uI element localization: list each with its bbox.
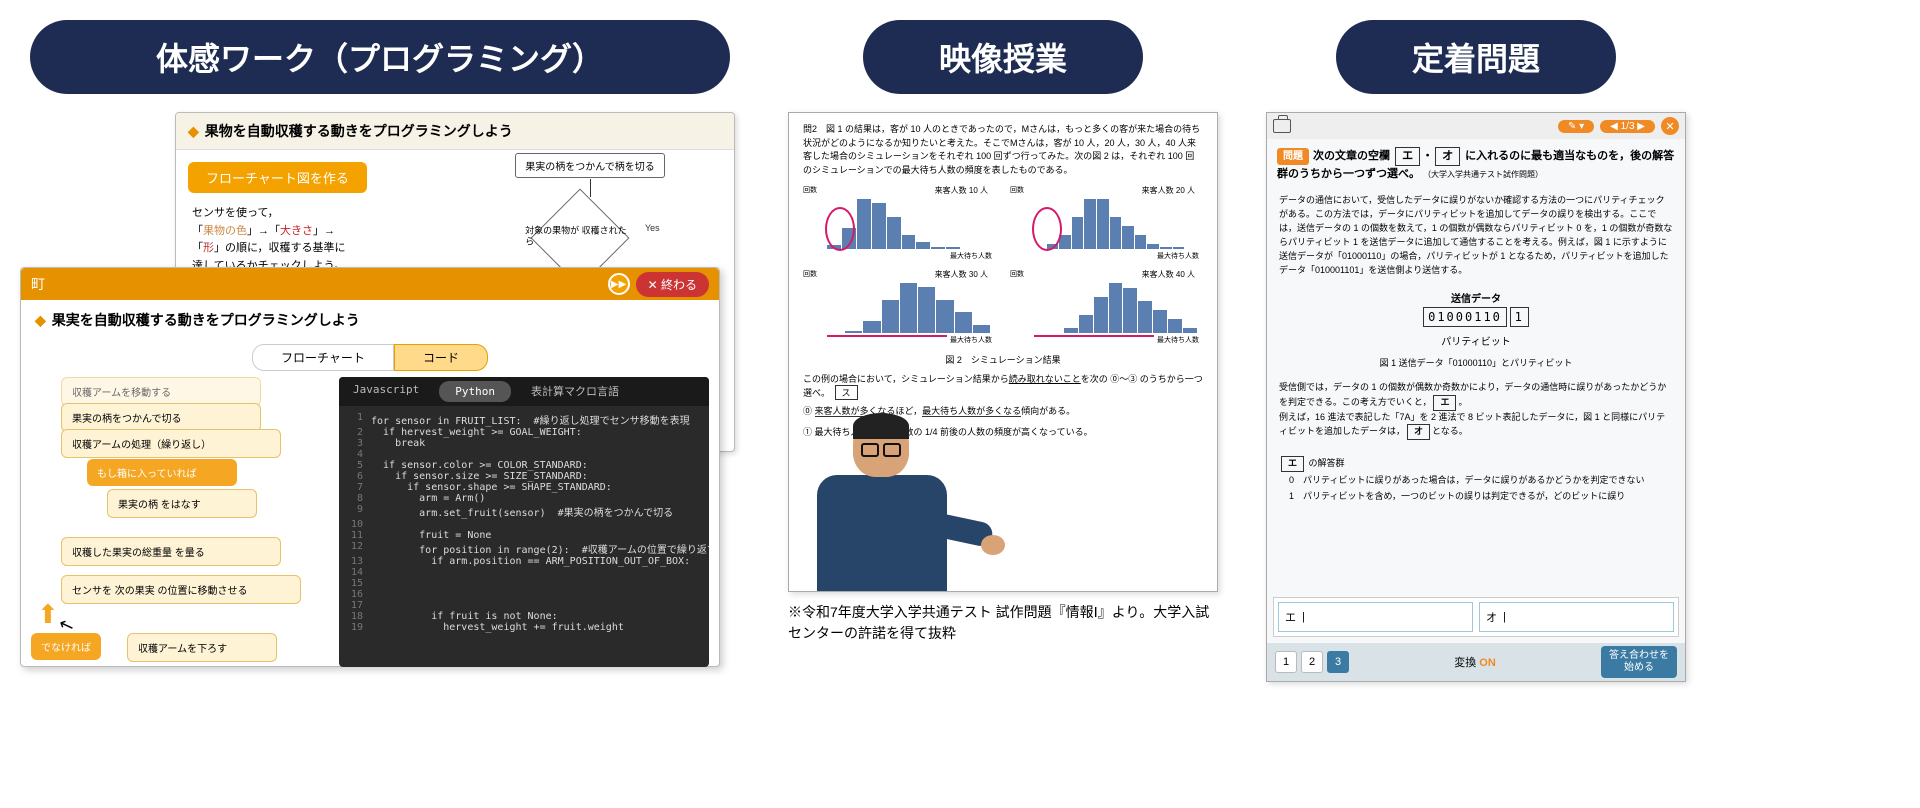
teacher-figure <box>788 397 983 592</box>
video-fig-caption: 図 2 シミュレーション結果 <box>789 351 1217 372</box>
pill-video: 映像授業 <box>863 20 1143 94</box>
code-line: 4 <box>343 449 705 460</box>
code-card: 町 ▶▶ ✕ 終わる 果実を自動収穫する動きをプログラミングしよう フローチャー… <box>20 267 720 667</box>
video-question-text: 問2 図 1 の結果は，客が 10 人のときであったので，Mさんは，もっと多くの… <box>789 113 1217 181</box>
quiz-page-buttons: 1 2 3 <box>1275 651 1349 673</box>
programming-stack: 果物を自動収穫する動きをプログラミングしよう フローチャート図を作る センサを使… <box>20 112 730 672</box>
quiz-answer-inputs: エ | オ | <box>1273 597 1679 637</box>
rewind-icon[interactable]: ▶▶ <box>608 273 630 295</box>
code-line: 13 if arm.position == ARM_POSITION_OUT_O… <box>343 556 705 567</box>
quiz-body-2: 受信側では，データの 1 の個数が偶数か奇数かにより，データの通信時に誤りがあっ… <box>1267 377 1685 445</box>
block-weigh[interactable]: 収穫した果実の総重量 を量る <box>61 537 281 566</box>
quiz-figure: 送信データ 01000110 1 パリティビット 図 1 送信データ「01000… <box>1267 290 1685 369</box>
histogram: 回数来客人数 20 人最大待ち人数 <box>1010 185 1203 263</box>
quiz-question: 問題次の文章の空欄 エ・オ に入れるのに最も適当なものを，後の解答群のうちから一… <box>1267 139 1685 190</box>
quiz-bottombar: 1 2 3 変換 ON 答え合わせを 始める <box>1267 643 1685 681</box>
code-card-titlebar: 町 ▶▶ ✕ 終わる <box>21 268 719 300</box>
make-flowchart-button[interactable]: フローチャート図を作る <box>188 162 367 193</box>
block-move-sensor[interactable]: センサを 次の果実 の位置に移動させる <box>61 575 301 604</box>
pen-icon[interactable]: ✎ ▾ <box>1558 120 1594 133</box>
view-tabs: フローチャート コード <box>21 344 719 371</box>
answer-cell-o[interactable]: オ | <box>1479 602 1674 632</box>
quiz-opt-1: 1 パリティビットを含め，一つのビットの誤りは判定できるが，どのビットに誤り <box>1279 488 1673 504</box>
code-line: 15 <box>343 578 705 589</box>
fc-node-grab: 果実の柄をつかんで柄を切る <box>515 153 665 178</box>
start-check-button[interactable]: 答え合わせを 始める <box>1601 646 1677 678</box>
pill-programming: 体感ワーク（プログラミング） <box>30 20 730 94</box>
video-lesson-card: 問2 図 1 の結果は，客が 10 人のときであったので，Mさんは，もっと多くの… <box>788 112 1218 592</box>
pill-fixation: 定着問題 <box>1336 20 1616 94</box>
block-if-inbox[interactable]: もし箱に入っていれば <box>87 459 237 486</box>
block-release[interactable]: 果実の柄 をはなす <box>107 489 257 518</box>
page-2[interactable]: 2 <box>1301 651 1323 673</box>
quiz-opt-0: 0 パリティビットに誤りがあった場合は，データに誤りがあるかどうかを判定できない <box>1279 472 1673 488</box>
code-line: 16 <box>343 589 705 600</box>
code-line: 5 if sensor.color >= COLOR_STANDARD: <box>343 460 705 471</box>
back-title: 果物を自動収穫する動きをプログラミングしよう <box>176 113 734 150</box>
page-3[interactable]: 3 <box>1327 651 1349 673</box>
quiz-body-1: データの通信において，受信したデータに誤りがないか確認する方法の一つにパリティチ… <box>1267 190 1685 282</box>
block-move-arm[interactable]: 収穫アームを移動する <box>61 377 261 406</box>
front-title: 果実を自動収穫する動きをプログラミングしよう <box>21 300 719 340</box>
block-else[interactable]: でなければ <box>31 633 101 660</box>
bits-parity: 1 <box>1510 307 1529 327</box>
lang-tab-python[interactable]: Python <box>439 381 511 402</box>
code-line: 11 fruit = None <box>343 530 705 541</box>
code-line: 6 if sensor.size >= SIZE_STANDARD: <box>343 471 705 482</box>
histogram-grid: 回数来客人数 10 人最大待ち人数回数来客人数 20 人最大待ち人数回数来客人数… <box>789 181 1217 351</box>
video-explain: この例の場合において，シミュレーション結果から読み取れないことを次の ⓪〜③ の… <box>789 372 1217 400</box>
tab-flowchart[interactable]: フローチャート <box>252 344 394 371</box>
question-tag: 問題 <box>1277 148 1309 165</box>
code-line: 10 <box>343 519 705 530</box>
quiz-topbar: ✎ ▾ ◀ 1/3 ▶ ✕ <box>1267 113 1685 139</box>
histogram: 回数来客人数 30 人最大待ち人数 <box>803 269 996 347</box>
histogram: 回数来客人数 10 人最大待ち人数 <box>803 185 996 263</box>
page-1[interactable]: 1 <box>1275 651 1297 673</box>
code-line: 8 arm = Arm() <box>343 493 705 504</box>
camera-icon[interactable] <box>1273 119 1291 133</box>
lang-tab-js[interactable]: Javascript <box>339 377 433 406</box>
quiz-close-icon[interactable]: ✕ <box>1661 117 1679 135</box>
quiz-pager: ◀ 1/3 ▶ <box>1600 120 1655 133</box>
code-line: 1for sensor in FRUIT_LIST: #繰り返し処理でセンサ移動… <box>343 412 705 427</box>
code-line: 9 arm.set_fruit(sensor) #果実の柄をつかんで切る <box>343 504 705 519</box>
code-line: 2 if hervest_weight >= GOAL_WEIGHT: <box>343 427 705 438</box>
answer-cell-e[interactable]: エ | <box>1278 602 1473 632</box>
close-button[interactable]: ✕ 終わる <box>636 272 709 297</box>
code-line: 7 if sensor.shape >= SHAPE_STANDARD: <box>343 482 705 493</box>
bits-data: 01000110 <box>1423 307 1507 327</box>
block-arm-loop[interactable]: 収穫アームの処理（繰り返し） <box>61 429 281 458</box>
block-palette: 収穫アームを移動する 果実の柄をつかんで切る 収穫アームの処理（繰り返し） もし… <box>31 377 331 667</box>
code-line: 12 for position in range(2): #収穫アームの位置で繰… <box>343 541 705 556</box>
video-source-note: ※令和7年度大学入学共通テスト 試作問題『情報Ⅰ』より。大学入試センターの許諾を… <box>788 602 1218 644</box>
convert-toggle[interactable]: 変換 ON <box>1454 654 1496 670</box>
quiz-answer-group: エ の解答群 0 パリティビットに誤りがあった場合は，データに誤りがあるかどうか… <box>1267 452 1685 508</box>
block-lower-arm[interactable]: 収穫アームを下ろす <box>127 633 277 662</box>
quiz-card: ✎ ▾ ◀ 1/3 ▶ ✕ 問題次の文章の空欄 エ・オ に入れるのに最も適当なも… <box>1266 112 1686 682</box>
histogram: 回数来客人数 40 人最大待ち人数 <box>1010 269 1203 347</box>
code-line: 19 hervest_weight += fruit.weight <box>343 622 705 633</box>
code-line: 14 <box>343 567 705 578</box>
code-line: 18 if fruit is not None: <box>343 611 705 622</box>
lang-tab-macro[interactable]: 表計算マクロ言語 <box>517 377 633 406</box>
code-pane: Javascript Python 表計算マクロ言語 1for sensor i… <box>339 377 709 667</box>
titlebar-icon: 町 <box>31 274 45 294</box>
arrow-up-icon: ⬆ <box>37 599 59 630</box>
tab-code[interactable]: コード <box>394 344 488 371</box>
fc-yes-label: Yes <box>645 223 660 233</box>
code-body: 1for sensor in FRUIT_LIST: #繰り返し処理でセンサ移動… <box>339 406 709 639</box>
code-line: 17 <box>343 600 705 611</box>
code-line: 3 break <box>343 438 705 449</box>
block-grab-cut[interactable]: 果実の柄をつかんで切る <box>61 403 261 432</box>
